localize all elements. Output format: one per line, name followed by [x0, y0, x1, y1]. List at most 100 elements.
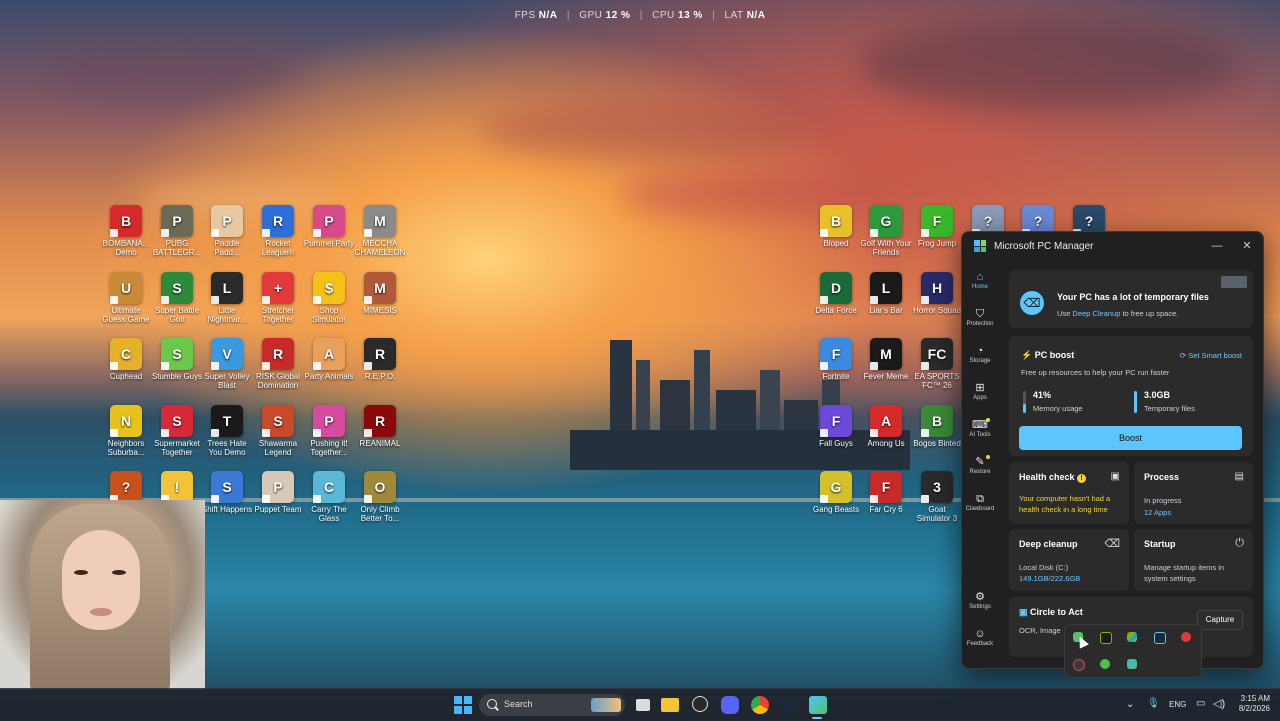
close-button[interactable]: ✕ [1239, 238, 1255, 254]
desktop-icon[interactable]: $ Shop Simulator [303, 272, 355, 326]
sidebar-item-restore[interactable]: ✎ Restore [962, 451, 998, 488]
language-indicator[interactable]: ENG [1169, 700, 1186, 709]
desktop-icon[interactable]: P Pushing it! Together... [303, 405, 355, 459]
close-red-tray-icon[interactable] [1181, 632, 1191, 642]
desktop-icon[interactable]: R R.E.P.O. [354, 338, 406, 392]
pc-manager-taskbar-icon[interactable] [809, 696, 827, 714]
desktop-icon[interactable]: F Frog Jump [911, 205, 963, 259]
desktop-icon[interactable]: M Fever Meme [860, 338, 912, 392]
desktop-icon[interactable]: C Cuphead [100, 338, 152, 392]
desktop-icon[interactable]: F Far Cry 6 [860, 471, 912, 525]
desktop-icon[interactable]: U Ultimate Guess Game [100, 272, 152, 326]
desktop-icon[interactable]: M MECCHA CHAMELEON [354, 205, 406, 259]
desktop-icon[interactable]: S Shift Happens [201, 471, 253, 525]
desktop-icon[interactable]: T Trees Hate You Demo [201, 405, 253, 459]
pc-manager-shield-tray-icon[interactable] [1127, 659, 1137, 669]
taskbar-search-box[interactable]: Search [479, 694, 625, 716]
steam-tray-icon[interactable] [1154, 632, 1166, 644]
desktop-icon[interactable]: FC EA SPORTS FC™ 26 [911, 338, 963, 392]
health-check-card[interactable]: Health check ! ▣ Your computer hasn't ha… [1009, 462, 1129, 524]
desktop-icon[interactable]: + Stretcher Together [252, 272, 304, 326]
deep-cleanup-link[interactable]: Deep Cleanup [1072, 309, 1120, 318]
desktop-icon[interactable]: 3 Goat Simulator 3 [911, 471, 963, 525]
clock[interactable]: 3:15 AM 8/2/2026 [1232, 694, 1270, 715]
desktop-icon[interactable]: S Super Battle Golf [151, 272, 203, 326]
minimize-button[interactable]: — [1209, 238, 1225, 254]
desktop-icon[interactable]: A Party Animals [303, 338, 355, 392]
volume-icon[interactable]: ◁) [1213, 697, 1225, 710]
sidebar-item-feedback[interactable]: ☺ Feedback [962, 623, 998, 660]
desktop-icon[interactable]: R REANIMAL [354, 405, 406, 459]
startup-card[interactable]: Startup ⏻ Manage startup items in system… [1134, 529, 1253, 591]
desktop-icon[interactable]: S Stumble Guys [151, 338, 203, 392]
steam-icon[interactable] [780, 696, 798, 714]
process-card[interactable]: Process ▤ In progress 12 Apps [1134, 462, 1253, 524]
desktop-icon[interactable]: F Fortnite [810, 338, 862, 392]
desktop-icon[interactable]: G Golf With Your Friends [860, 205, 912, 259]
sidebar-item-ai-tools[interactable]: ⌨ AI Tools [962, 414, 998, 451]
desktop-icon[interactable]: S Supermarket Together [151, 405, 203, 459]
desktop-icon[interactable]: O Only Climb Better To... [354, 471, 406, 525]
deep-cleanup-card[interactable]: Deep cleanup ⌫ Local Disk (C:) 149.1GB/2… [1009, 529, 1129, 591]
desktop-icon[interactable]: B Bloped [810, 205, 862, 259]
desktop-icon[interactable]: F Fall Guys [810, 405, 862, 459]
protection-icon: ⛉ [975, 308, 985, 320]
capture-button[interactable]: Capture [1197, 610, 1243, 630]
network-icon[interactable]: ▭ [1196, 698, 1205, 709]
green-tray-icon[interactable] [1100, 659, 1110, 669]
task-view-icon[interactable] [636, 699, 650, 711]
gaming-app-icon[interactable] [692, 696, 708, 712]
set-smart-boost-link[interactable]: ⟳ Set Smart boost [1180, 351, 1242, 360]
temp-files-banner[interactable]: ⌫ Your PC has a lot of temporary files U… [1009, 270, 1253, 328]
home-icon: ⌂ [976, 271, 984, 283]
desktop-icon[interactable]: B Bogos Binted [911, 405, 963, 459]
app-shortcut-icon: P [211, 205, 243, 237]
desktop-icon[interactable]: S Shawarma Legend [252, 405, 304, 459]
cpu-label: CPU [652, 10, 675, 21]
app-shortcut-icon: ! [161, 471, 193, 503]
sidebar-item-apps[interactable]: ⊞ Apps [962, 377, 998, 414]
app-shortcut-icon: F [921, 205, 953, 237]
desktop-icon[interactable]: N Neighbors Suburba... [100, 405, 152, 459]
desktop-icon[interactable]: L Little Nightmar... [201, 272, 253, 326]
desktop-icon[interactable]: P PUBG BATTLEGR... [151, 205, 203, 259]
sidebar-item-clawboard[interactable]: ⧉ Clawboard [962, 488, 998, 525]
desktop-icon[interactable]: C Carry The Glass [303, 471, 355, 525]
desktop-icon[interactable]: V Super Volley Blast [201, 338, 253, 392]
app-shortcut-icon: V [211, 338, 243, 370]
desktop-icon[interactable]: P Puppet Team [252, 471, 304, 525]
sidebar-item-label: Storage [969, 358, 991, 364]
desktop-icon[interactable]: R Rocket League® [252, 205, 304, 259]
show-hidden-icons-chevron-icon[interactable]: ⌄ [1126, 699, 1134, 710]
start-button[interactable] [454, 696, 472, 714]
file-explorer-icon[interactable] [661, 698, 679, 712]
copilot-tray-icon[interactable] [1127, 632, 1137, 642]
app-shortcut-icon: S [262, 405, 294, 437]
sidebar-item-settings[interactable]: ⚙ Settings [962, 586, 998, 623]
sidebar-nav-bottom: ⚙ Settings ☺ Feedback [962, 586, 998, 660]
desktop-icon[interactable]: G Gang Beasts [810, 471, 862, 525]
app-shortcut-icon: P [313, 405, 345, 437]
sidebar-item-storage[interactable]: ◔ Storage [962, 340, 998, 377]
app-shortcut-icon: M [364, 272, 396, 304]
sidebar-item-label: Apps [973, 395, 987, 401]
desktop-icon[interactable]: R RISK Global Domination [252, 338, 304, 392]
feedback-icon: ☺ [974, 628, 986, 640]
process-apps-count[interactable]: 12 Apps [1144, 508, 1171, 517]
microphone-icon[interactable]: 🎙 [1147, 698, 1160, 709]
sidebar-item-home[interactable]: ⌂ Home [962, 266, 998, 303]
desktop-icon[interactable]: L Liar's Bar [860, 272, 912, 326]
record-tray-icon[interactable] [1073, 659, 1085, 671]
desktop-icon[interactable]: A Among Us [860, 405, 912, 459]
boost-button[interactable]: Boost [1019, 426, 1242, 450]
desktop-icon[interactable]: H Horror Squad [911, 272, 963, 326]
nvidia-tray-icon[interactable] [1100, 632, 1112, 644]
chrome-icon[interactable] [751, 696, 769, 714]
desktop-icon[interactable]: M MIMESIS [354, 272, 406, 326]
desktop-icon[interactable]: P Paddle Padd... [201, 205, 253, 259]
desktop-icon[interactable]: D Delta Force [810, 272, 862, 326]
desktop-icon[interactable]: P Pummel Party [303, 205, 355, 259]
desktop-icon[interactable]: B BOMBANA... Demo [100, 205, 152, 259]
discord-icon[interactable] [721, 696, 739, 714]
sidebar-item-protection[interactable]: ⛉ Protection [962, 303, 998, 340]
